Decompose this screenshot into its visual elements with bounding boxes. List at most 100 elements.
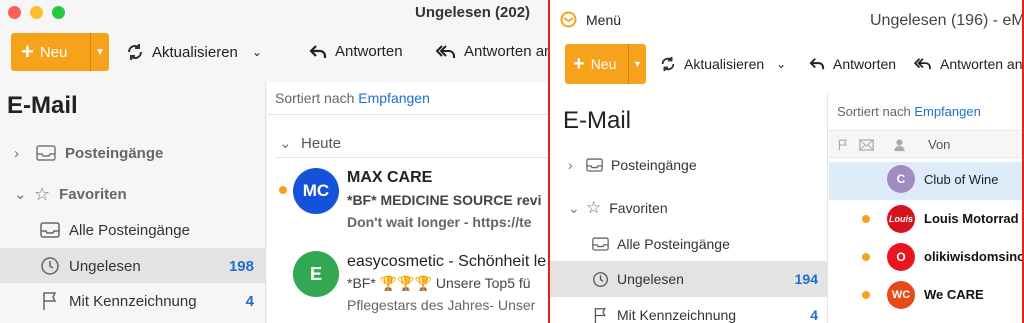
unread-dot <box>279 186 287 194</box>
message-row[interactable]: MC MAX CARE *BF* MEDICINE SOURCE revi Do… <box>267 162 548 232</box>
window-title: Ungelesen (196) - eM C <box>870 12 1024 29</box>
plus-icon: + <box>21 39 34 64</box>
column-header: Von <box>829 130 1022 158</box>
message-sender: MAX CARE <box>347 169 433 186</box>
sort-field-link[interactable]: Empfangen <box>914 104 981 119</box>
avatar: Louis <box>887 205 915 233</box>
sort-field-link[interactable]: Empfangen <box>358 90 430 106</box>
message-list: Sortiert nach Empfangen ⌄ Heute MC MAX C… <box>267 82 548 323</box>
reply-label: Antworten <box>335 43 403 60</box>
chevron-right-icon[interactable]: › <box>568 157 586 173</box>
sidebar-item-label: Posteingänge <box>65 144 164 162</box>
sort-header[interactable]: Sortiert nach Empfangen <box>275 90 430 106</box>
sort-header[interactable]: Sortiert nach Empfangen <box>837 104 981 119</box>
read-status-column-icon[interactable] <box>859 139 874 151</box>
new-button-label: Neu <box>590 56 617 72</box>
message-row[interactable]: WC We CARE <box>829 276 1022 314</box>
new-dropdown-button[interactable]: ▼ <box>628 44 646 84</box>
message-preview: Pflegestars des Jahres- Unser <box>347 297 536 313</box>
message-sender: We CARE <box>924 287 984 302</box>
divider <box>275 157 548 158</box>
reply-all-icon <box>914 58 931 70</box>
reply-icon <box>809 58 825 70</box>
clock-icon <box>593 271 608 287</box>
contact-column-icon[interactable] <box>893 138 906 152</box>
sort-prefix: Sortiert nach <box>837 104 911 119</box>
sidebar-item-label: Ungelesen <box>69 257 141 275</box>
flagged-count: 4 <box>245 292 254 310</box>
title-bar: Ungelesen (202) <box>0 0 548 26</box>
close-window-button[interactable] <box>8 6 21 19</box>
unread-dot <box>862 253 870 261</box>
avatar-initials: E <box>309 263 322 284</box>
chevron-down-icon[interactable]: ⌄ <box>568 200 586 217</box>
em-client-logo-icon <box>560 11 577 28</box>
new-dropdown-button[interactable]: ▼ <box>90 33 109 71</box>
sidebar-item-label: Favoriten <box>59 185 127 203</box>
sidebar-item-all-inboxes[interactable]: Alle Posteingänge <box>592 233 818 255</box>
sidebar-item-inboxes[interactable]: › Posteingänge <box>568 154 818 176</box>
avatar-initials: Louis <box>889 214 913 224</box>
avatar: WC <box>887 281 915 309</box>
chevron-down-icon[interactable]: ⌄ <box>14 185 32 203</box>
chevron-down-icon: ▼ <box>633 59 642 69</box>
sidebar-item-favorites[interactable]: ⌄ ☆ Favoriten <box>568 197 818 219</box>
inbox-icon <box>586 158 603 172</box>
clock-icon <box>41 257 59 275</box>
column-from[interactable]: Von <box>928 137 950 152</box>
reply-all-label: Antworten an <box>464 43 548 60</box>
new-button[interactable]: + Neu ▼ <box>11 33 109 71</box>
message-subject: *BF* MEDICINE SOURCE revi <box>347 192 542 208</box>
refresh-button[interactable]: Aktualisieren ⌄ <box>126 43 262 61</box>
sidebar-title: E-Mail <box>7 92 78 119</box>
group-label: Heute <box>301 134 342 152</box>
reply-label: Antworten <box>833 56 897 72</box>
reply-all-button[interactable]: Antworten an <box>436 43 548 60</box>
avatar: MC <box>293 168 339 214</box>
message-subject: *BF* 🏆🏆🏆 Unsere Top5 fü <box>347 275 531 291</box>
menu-button[interactable]: Menü <box>560 11 621 28</box>
reply-button[interactable]: Antworten <box>809 56 896 72</box>
message-row[interactable]: E easycosmetic - Schönheit le *BF* 🏆🏆🏆 U… <box>267 245 548 320</box>
left-window: Ungelesen (202) + Neu ▼ Aktualisieren ⌄ … <box>0 0 548 323</box>
avatar-initials: WC <box>891 289 911 301</box>
inbox-icon <box>40 222 60 238</box>
sidebar-item-inboxes[interactable]: › Posteingänge <box>14 142 254 164</box>
sidebar-item-favorites[interactable]: ⌄ ☆ Favoriten <box>14 183 254 205</box>
sidebar-item-label: Favoriten <box>609 200 668 216</box>
sidebar-title: E-Mail <box>563 107 632 134</box>
reply-all-icon <box>436 44 455 58</box>
minimize-window-button[interactable] <box>30 6 43 19</box>
avatar-initials: MC <box>302 181 330 200</box>
refresh-button[interactable]: Aktualisieren ⌄ <box>660 56 786 72</box>
avatar: O <box>887 243 915 271</box>
sidebar-item-flagged[interactable]: Mit Kennzeichnung 4 <box>40 290 254 312</box>
sidebar: E-Mail › Posteingänge ⌄ ☆ Favoriten Alle… <box>0 82 266 323</box>
new-button[interactable]: + Neu ▼ <box>565 44 646 84</box>
sidebar-item-label: Mit Kennzeichnung <box>617 307 737 323</box>
sidebar-item-unread[interactable]: Ungelesen 194 <box>592 268 818 290</box>
zoom-window-button[interactable] <box>52 6 65 19</box>
message-row[interactable]: O olikiwisdomsincla <box>829 238 1022 276</box>
chevron-right-icon[interactable]: › <box>14 145 32 162</box>
message-row[interactable]: C Club of Wine <box>829 162 1022 200</box>
refresh-icon <box>661 56 675 72</box>
sidebar-item-label: Alle Posteingänge <box>69 221 190 239</box>
plus-icon: + <box>573 53 585 75</box>
group-header-today[interactable]: ⌄ Heute <box>279 134 342 153</box>
message-sender: Louis Motorrad <box>924 211 1019 226</box>
message-row[interactable]: Louis Louis Motorrad <box>829 200 1022 238</box>
reply-icon <box>309 44 327 58</box>
flag-column-icon[interactable] <box>837 138 849 152</box>
reply-button[interactable]: Antworten <box>309 43 403 60</box>
sidebar-item-label: Alle Posteingänge <box>617 236 730 252</box>
sidebar-item-unread[interactable]: Ungelesen 198 <box>40 255 254 277</box>
flag-icon <box>594 307 606 323</box>
chevron-down-icon[interactable]: ⌄ <box>279 134 301 152</box>
inbox-icon <box>592 237 609 251</box>
chevron-down-icon[interactable]: ⌄ <box>776 57 786 71</box>
sidebar-item-flagged[interactable]: Mit Kennzeichnung 4 <box>592 304 818 323</box>
chevron-down-icon[interactable]: ⌄ <box>252 45 262 59</box>
sidebar-item-all-inboxes[interactable]: Alle Posteingänge <box>40 219 254 241</box>
reply-all-button[interactable]: Antworten an all <box>914 56 1022 72</box>
